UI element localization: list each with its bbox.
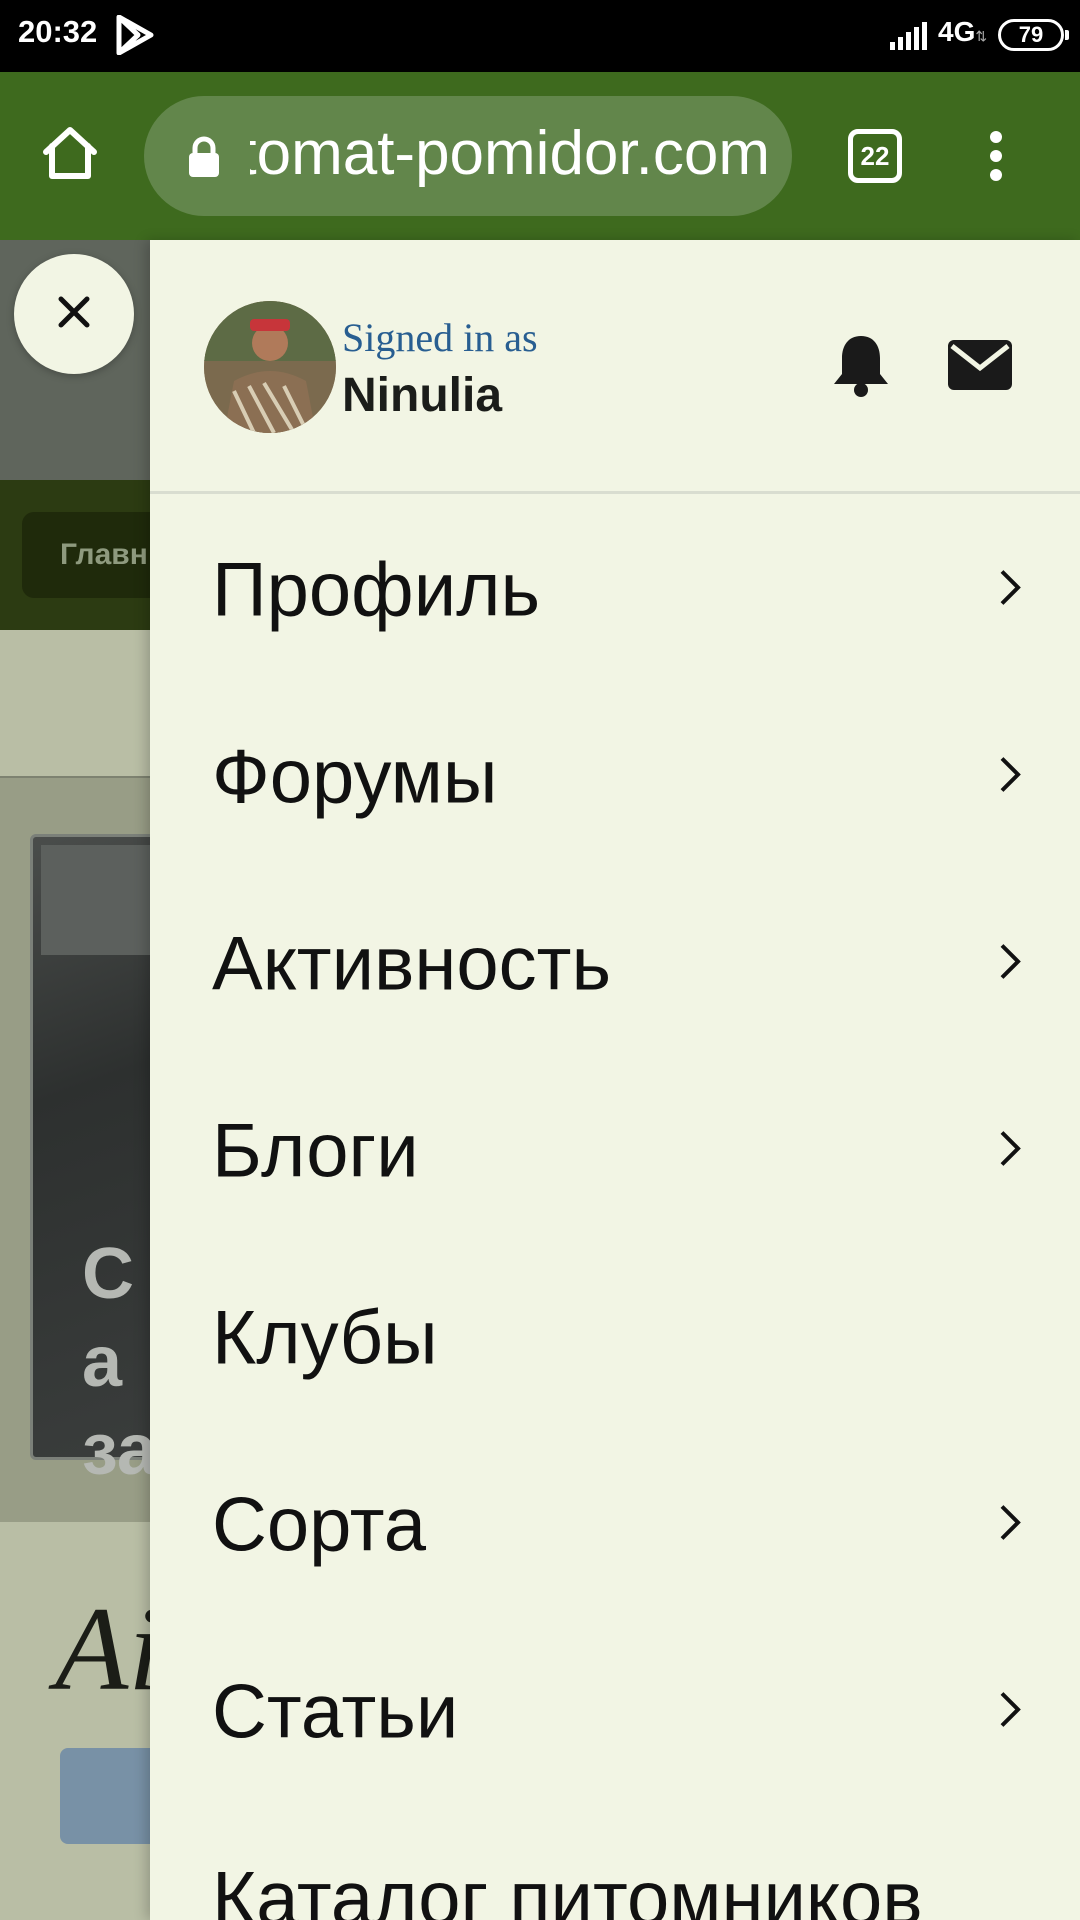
chevron-right-icon — [998, 1502, 1022, 1547]
username[interactable]: Ninulia — [342, 368, 502, 423]
url-text: tomat-pomidor.com — [250, 119, 770, 188]
menu-item-nursery-catalog[interactable]: Каталог питомников — [150, 1805, 1080, 1920]
status-bar: 20:32 4G⇅ 79 — [0, 0, 1080, 72]
signed-in-label: Signed in as — [342, 315, 538, 360]
navigation-drawer: Signed in as Ninulia Профиль Форумы Акти… — [150, 240, 1080, 1920]
signal-icon — [890, 22, 930, 55]
status-time: 20:32 — [18, 14, 98, 49]
address-bar[interactable]: tomat-pomidor.com — [144, 96, 792, 216]
menu-item-profile[interactable]: Профиль — [150, 496, 1080, 683]
menu-item-forums[interactable]: Форумы — [150, 683, 1080, 870]
page-title-fragment: Ai — [55, 1582, 162, 1715]
play-store-icon — [116, 14, 154, 60]
network-type: 4G⇅ — [938, 16, 988, 47]
menu-item-label: Форумы — [212, 734, 498, 819]
chevron-right-icon — [998, 1689, 1022, 1734]
menu-item-label: Статьи — [212, 1669, 459, 1754]
menu-item-blogs[interactable]: Блоги — [150, 1057, 1080, 1244]
drawer-menu: Профиль Форумы Активность Блоги Клубы Со… — [150, 496, 1080, 1920]
chevron-right-icon — [998, 1128, 1022, 1173]
breadcrumb-home-label: Главн — [60, 538, 148, 571]
home-icon[interactable] — [40, 124, 100, 187]
menu-item-varieties[interactable]: Сорта — [150, 1431, 1080, 1618]
menu-item-label: Активность — [212, 921, 612, 1006]
bell-icon[interactable] — [830, 332, 892, 403]
menu-item-articles[interactable]: Статьи — [150, 1618, 1080, 1805]
chevron-right-icon — [998, 754, 1022, 799]
avatar[interactable] — [204, 301, 336, 433]
chevron-right-icon — [998, 567, 1022, 612]
mail-icon[interactable] — [948, 340, 1012, 395]
menu-item-activity[interactable]: Активность — [150, 870, 1080, 1057]
drawer-header: Signed in as Ninulia — [150, 240, 1080, 494]
menu-item-label: Каталог питомников — [212, 1856, 923, 1920]
menu-item-clubs[interactable]: Клубы — [150, 1244, 1080, 1431]
battery-indicator: 79 — [998, 19, 1069, 51]
browser-toolbar: tomat-pomidor.com 22 — [0, 72, 1080, 240]
tab-switcher-button[interactable]: 22 — [848, 129, 902, 183]
menu-item-label: Сорта — [212, 1482, 426, 1567]
menu-item-label: Клубы — [212, 1295, 438, 1380]
close-icon — [57, 295, 91, 334]
lock-icon — [188, 136, 220, 183]
menu-item-label: Профиль — [212, 547, 541, 632]
chevron-right-icon — [998, 941, 1022, 986]
more-vert-icon[interactable] — [986, 130, 1006, 187]
close-drawer-button[interactable] — [14, 254, 134, 374]
menu-item-label: Блоги — [212, 1108, 419, 1193]
